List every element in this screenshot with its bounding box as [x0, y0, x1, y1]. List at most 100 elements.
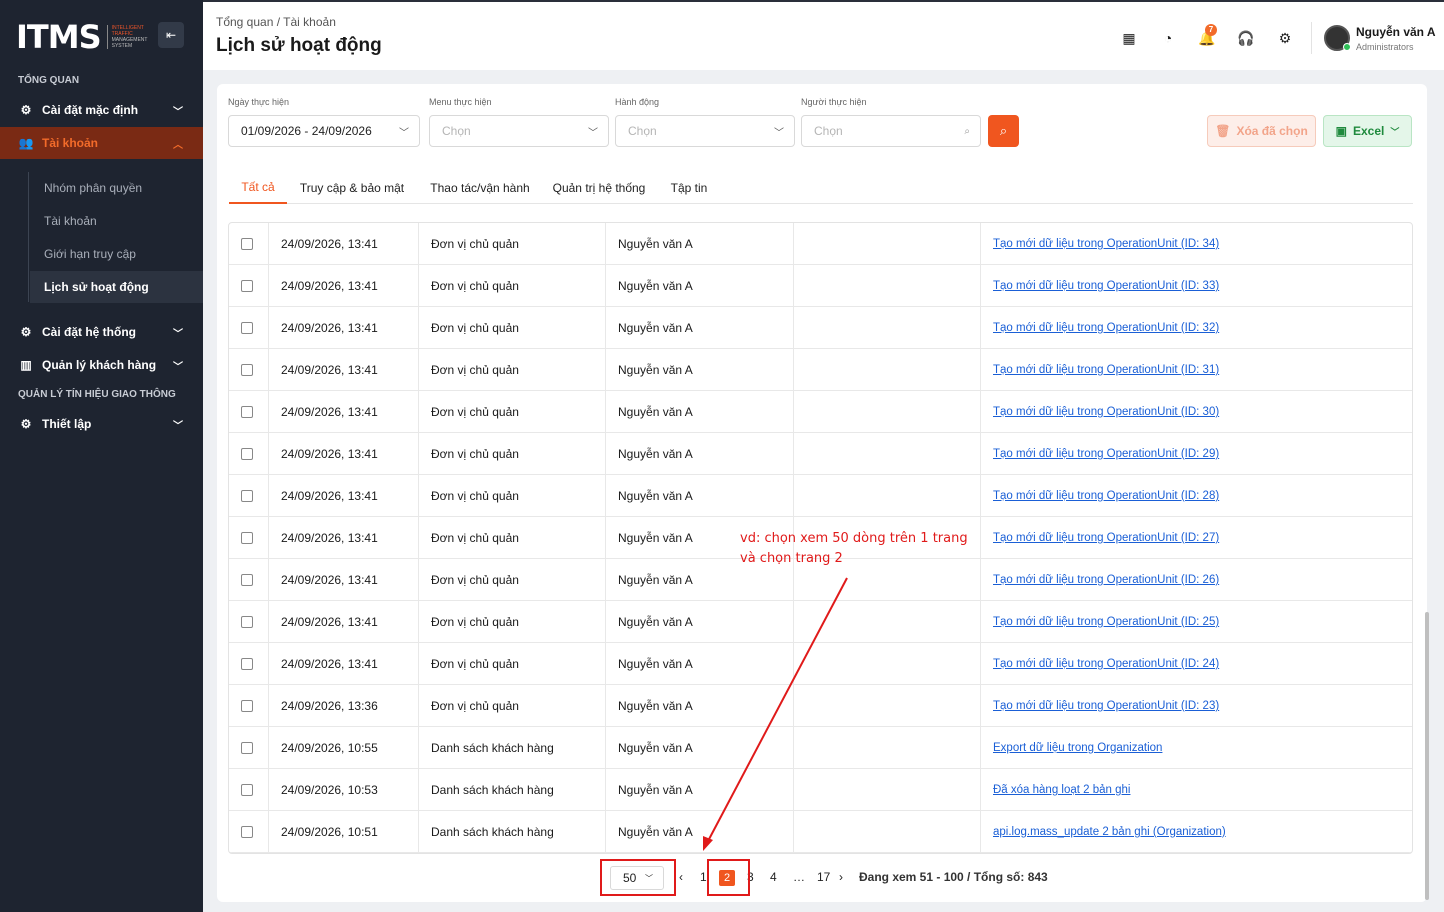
detail-link[interactable]: Tạo mới dữ liệu trong OperationUnit (ID:…	[993, 532, 1219, 544]
time-cell-text: 24/09/2026, 10:55	[281, 741, 378, 755]
search-button[interactable]: ⌕	[988, 115, 1019, 147]
row-checkbox[interactable]	[241, 490, 253, 502]
chevron-down-icon: ﹀	[1390, 126, 1400, 137]
table-row: 24/09/2026, 13:41 Đơn vị chủ quản Nguyễn v…	[229, 391, 1412, 433]
sidebar-item-customers[interactable]: ▥ Quản lý khách hàng ﹀	[0, 349, 203, 381]
apps-grid-icon[interactable]: ▦	[1119, 28, 1139, 48]
headset-icon[interactable]: 🎧	[1236, 28, 1256, 48]
sidebar-subitem-access-limits[interactable]: Giới hạn truy cập	[44, 247, 136, 261]
row-checkbox[interactable]	[241, 532, 253, 544]
user-select[interactable]: Chọn ⌕	[801, 115, 981, 147]
user-cell: Nguyễn văn A	[606, 391, 794, 433]
sidebar-item-system-settings[interactable]: ⚙ Cài đặt hệ thống ﹀	[0, 316, 203, 348]
user-cell-text: Nguyễn văn A	[618, 279, 693, 293]
sidebar-item-setup[interactable]: ⚙ Thiết lập ﹀	[0, 408, 203, 440]
action-select[interactable]: Chọn ﹀	[615, 115, 795, 147]
row-checkbox[interactable]	[241, 406, 253, 418]
menu-cell: Đơn vị chủ quản	[419, 307, 606, 349]
tab-operations[interactable]: Thao tác/vận hành	[425, 172, 535, 204]
menu-cell-text: Đơn vị chủ quản	[431, 489, 519, 503]
page-4-button[interactable]: 4	[770, 870, 777, 884]
time-cell: 24/09/2026, 10:53	[269, 769, 419, 811]
delete-selected-button[interactable]: 🗑 Xóa đã chọn	[1207, 115, 1316, 147]
detail-link[interactable]: Tạo mới dữ liệu trong OperationUnit (ID:…	[993, 658, 1219, 670]
excel-export-button[interactable]: ▣ Excel ﹀	[1323, 115, 1412, 147]
checkbox-cell	[229, 559, 269, 601]
gear-icon[interactable]: ⚙	[1275, 28, 1295, 48]
sidebar-item-accounts[interactable]: 👥 Tài khoản ︿	[0, 127, 203, 159]
excel-icon: ▣	[1335, 124, 1347, 138]
menu-cell: Đơn vị chủ quản	[419, 475, 606, 517]
user-name[interactable]: Nguyễn văn A	[1356, 25, 1436, 39]
tab-all[interactable]: Tất cả	[229, 172, 287, 204]
tab-access-security[interactable]: Truy cập & bảo mật	[299, 172, 405, 204]
row-checkbox[interactable]	[241, 280, 253, 292]
sidebar-subitem-permission-groups[interactable]: Nhóm phân quyền	[44, 181, 142, 195]
time-cell-text: 24/09/2026, 10:53	[281, 783, 378, 797]
menu-select[interactable]: Chọn ﹀	[429, 115, 609, 147]
row-checkbox[interactable]	[241, 364, 253, 376]
row-checkbox[interactable]	[241, 826, 253, 838]
row-checkbox[interactable]	[241, 238, 253, 250]
detail-link[interactable]: api.log.mass_update 2 bản ghi (Organizat…	[993, 826, 1226, 838]
tab-files[interactable]: Tập tin	[665, 172, 713, 204]
detail-link[interactable]: Tạo mới dữ liệu trong OperationUnit (ID:…	[993, 448, 1219, 460]
main-card: Ngày thực hiện 01/09/2026 - 24/09/2026 ﹀…	[217, 84, 1427, 902]
row-checkbox[interactable]	[241, 658, 253, 670]
detail-link[interactable]: Tạo mới dữ liệu trong OperationUnit (ID:…	[993, 238, 1219, 250]
menu-cell-text: Đơn vị chủ quản	[431, 363, 519, 377]
sidebar-subitem-accounts[interactable]: Tài khoản	[44, 214, 97, 228]
chevron-down-icon: ﹀	[588, 127, 598, 139]
annotation-box-page-2	[707, 859, 750, 896]
users-icon: 👥	[18, 136, 34, 150]
user-cell: Nguyễn văn A	[606, 223, 794, 265]
user-cell-text: Nguyễn văn A	[618, 699, 693, 713]
next-page-button[interactable]: ›	[839, 870, 843, 884]
detail-link[interactable]: Tạo mới dữ liệu trong OperationUnit (ID:…	[993, 322, 1219, 334]
detail-link[interactable]: Tạo mới dữ liệu trong OperationUnit (ID:…	[993, 700, 1219, 712]
detail-link[interactable]: Tạo mới dữ liệu trong OperationUnit (ID:…	[993, 574, 1219, 586]
row-checkbox[interactable]	[241, 322, 253, 334]
scrollbar[interactable]	[1425, 612, 1429, 900]
time-cell-text: 24/09/2026, 13:41	[281, 657, 378, 671]
dashboard-gauge-icon[interactable]: ◔	[1158, 28, 1178, 48]
row-checkbox[interactable]	[241, 616, 253, 628]
date-range-picker[interactable]: 01/09/2026 - 24/09/2026 ﹀	[228, 115, 420, 147]
detail-link[interactable]: Tạo mới dữ liệu trong OperationUnit (ID:…	[993, 490, 1219, 502]
detail-link[interactable]: Tạo mới dữ liệu trong OperationUnit (ID:…	[993, 616, 1219, 628]
empty-cell	[794, 601, 981, 643]
menu-cell: Đơn vị chủ quản	[419, 517, 606, 559]
row-checkbox[interactable]	[241, 784, 253, 796]
user-cell: Nguyễn văn A	[606, 811, 794, 853]
time-cell-text: 24/09/2026, 10:51	[281, 825, 378, 839]
sidebar-subitem-activity-history[interactable]: Lịch sử hoạt động	[30, 271, 203, 303]
detail-link[interactable]: Export dữ liệu trong Organization	[993, 742, 1162, 754]
row-checkbox[interactable]	[241, 448, 253, 460]
row-checkbox[interactable]	[241, 574, 253, 586]
collapse-sidebar-button[interactable]: ⇤	[158, 22, 184, 48]
search-icon: ⌕	[999, 123, 1008, 138]
gear-icon: ⚙	[20, 103, 32, 117]
row-checkbox[interactable]	[241, 742, 253, 754]
user-cell: Nguyễn văn A	[606, 643, 794, 685]
time-cell-text: 24/09/2026, 13:41	[281, 321, 378, 335]
page-17-button[interactable]: 17	[817, 870, 830, 884]
table-row: 24/09/2026, 13:41 Đơn vị chủ quản Nguyễn v…	[229, 349, 1412, 391]
detail-cell: Export dữ liệu trong Organization	[981, 727, 1412, 769]
prev-page-button[interactable]: ‹	[679, 870, 683, 884]
detail-link[interactable]: Tạo mới dữ liệu trong OperationUnit (ID:…	[993, 280, 1219, 292]
sidebar-item-default-settings[interactable]: ⚙ Cài đặt mặc định ﹀	[0, 94, 203, 126]
row-checkbox[interactable]	[241, 700, 253, 712]
detail-link[interactable]: Tạo mới dữ liệu trong OperationUnit (ID:…	[993, 364, 1219, 376]
page-1-button[interactable]: 1	[700, 870, 707, 884]
action-filter-label: Hành động	[615, 97, 660, 107]
detail-cell: Tạo mới dữ liệu trong OperationUnit (ID:…	[981, 265, 1412, 307]
user-cell: Nguyễn văn A	[606, 349, 794, 391]
detail-link[interactable]: Tạo mới dữ liệu trong OperationUnit (ID:…	[993, 406, 1219, 418]
pagination: 50 ﹀ ‹ 1 2 3 4 … 17 › Đang xem 51 - 100 …	[217, 860, 1427, 890]
detail-link[interactable]: Đã xóa hàng loạt 2 bản ghi	[993, 784, 1130, 796]
breadcrumb[interactable]: Tổng quan / Tài khoản	[216, 15, 336, 29]
tab-system-admin[interactable]: Quản trị hệ thống	[551, 172, 647, 204]
menu-cell-text: Đơn vị chủ quản	[431, 531, 519, 545]
table-row: 24/09/2026, 13:41 Đơn vị chủ quản Nguyễn v…	[229, 601, 1412, 643]
